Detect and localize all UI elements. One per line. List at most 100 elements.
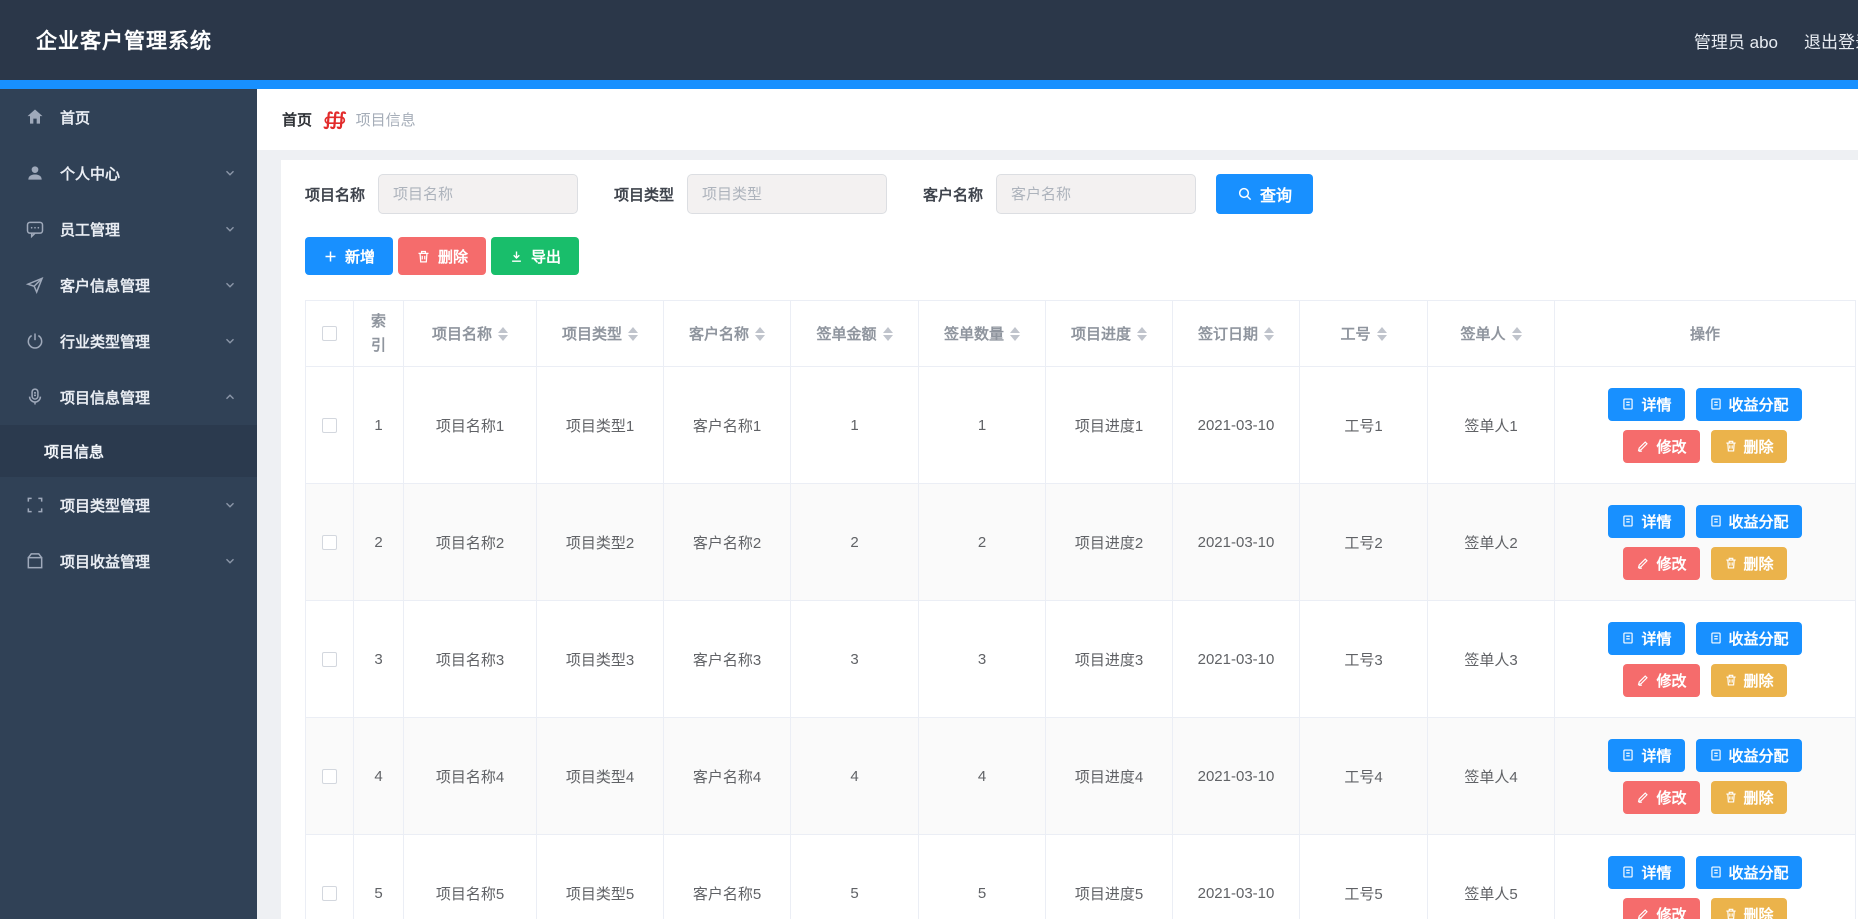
app-title: 企业客户管理系统 [36, 25, 212, 55]
profit-allocation-button[interactable]: 收益分配 [1696, 739, 1802, 772]
cell-type: 项目类型3 [537, 601, 664, 718]
col-header-progress[interactable]: 项目进度 [1046, 301, 1173, 367]
export-button[interactable]: 导出 [491, 237, 579, 275]
cell-worker: 工号1 [1300, 367, 1428, 484]
cell-customer: 客户名称1 [664, 367, 791, 484]
sort-icon [498, 327, 508, 341]
document-icon [1709, 397, 1723, 411]
pencil-icon [1636, 439, 1650, 453]
trash-icon [416, 249, 431, 264]
profit-allocation-button[interactable]: 收益分配 [1696, 388, 1802, 421]
breadcrumb-home[interactable]: 首页 [282, 109, 312, 130]
sort-icon [1137, 327, 1147, 341]
row-checkbox[interactable] [322, 769, 337, 784]
sidebar-item-profile[interactable]: 个人中心 [0, 145, 257, 201]
sidebar-subitem-project-info[interactable]: 项目信息 [0, 425, 257, 477]
trash-icon [1724, 790, 1738, 804]
cell-name: 项目名称3 [404, 601, 537, 718]
cell-worker: 工号2 [1300, 484, 1428, 601]
top-navbar: 企业客户管理系统 管理员 abo 退出登录 [0, 0, 1858, 80]
profit-allocation-button[interactable]: 收益分配 [1696, 622, 1802, 655]
row-delete-button[interactable]: 删除 [1711, 898, 1787, 919]
col-header-name[interactable]: 项目名称 [404, 301, 537, 367]
cell-type: 项目类型2 [537, 484, 664, 601]
profit-allocation-button[interactable]: 收益分配 [1696, 505, 1802, 538]
row-checkbox[interactable] [322, 652, 337, 667]
edit-button[interactable]: 修改 [1623, 547, 1699, 580]
sidebar-item-project-profit[interactable]: 项目收益管理 [0, 533, 257, 589]
col-header-index: 索引 [354, 301, 404, 367]
projects-table: 索引 项目名称 项目类型 客户名称 签单金额 签单数量 项目进度 签订日期 工号… [305, 300, 1856, 919]
detail-button[interactable]: 详情 [1608, 739, 1684, 772]
project-type-input[interactable] [687, 174, 887, 214]
cell-signer: 签单人5 [1428, 835, 1555, 919]
box-icon [25, 551, 45, 571]
edit-button[interactable]: 修改 [1623, 898, 1699, 919]
col-header-amount[interactable]: 签单金额 [791, 301, 919, 367]
detail-button[interactable]: 详情 [1608, 505, 1684, 538]
delete-button[interactable]: 删除 [398, 237, 486, 275]
cell-index: 2 [354, 484, 404, 601]
cell-count: 5 [919, 835, 1046, 919]
chevron-up-icon [223, 390, 237, 404]
sidebar-item-label: 项目类型管理 [60, 495, 150, 516]
edit-button[interactable]: 修改 [1623, 781, 1699, 814]
table-row: 4 项目名称4 项目类型4 客户名称4 4 4 项目进度4 2021-03-10… [306, 718, 1856, 835]
profit-allocation-button[interactable]: 收益分配 [1696, 856, 1802, 889]
select-all-cell [306, 301, 354, 367]
detail-button[interactable]: 详情 [1608, 856, 1684, 889]
cell-progress: 项目进度1 [1046, 367, 1173, 484]
document-icon [1709, 631, 1723, 645]
document-icon [1709, 865, 1723, 879]
sidebar-item-customers[interactable]: 客户信息管理 [0, 257, 257, 313]
sidebar-item-employees[interactable]: 员工管理 [0, 201, 257, 257]
sort-icon [628, 327, 638, 341]
current-user[interactable]: 管理员 abo [1694, 28, 1778, 53]
col-header-signer[interactable]: 签单人 [1428, 301, 1555, 367]
cell-ops: 详情 收益分配 修改 [1555, 835, 1856, 919]
col-header-type[interactable]: 项目类型 [537, 301, 664, 367]
sidebar-item-label: 项目收益管理 [60, 551, 150, 572]
download-icon [509, 249, 524, 264]
customer-name-input[interactable] [996, 174, 1196, 214]
add-button[interactable]: 新增 [305, 237, 393, 275]
detail-button[interactable]: 详情 [1608, 622, 1684, 655]
row-checkbox[interactable] [322, 418, 337, 433]
cell-ops: 详情 收益分配 修改 [1555, 367, 1856, 484]
trash-icon [1724, 907, 1738, 919]
table-row: 3 项目名称3 项目类型3 客户名称3 3 3 项目进度3 2021-03-10… [306, 601, 1856, 718]
chevron-down-icon [223, 334, 237, 348]
row-checkbox[interactable] [322, 886, 337, 901]
col-header-date[interactable]: 签订日期 [1173, 301, 1300, 367]
sidebar-item-project-info-mgmt[interactable]: 项目信息管理 [0, 369, 257, 425]
sidebar: 首页 个人中心 员工管理 客户信息管理 [0, 89, 257, 919]
cell-index: 4 [354, 718, 404, 835]
sidebar-item-project-types[interactable]: 项目类型管理 [0, 477, 257, 533]
select-all-checkbox[interactable] [322, 326, 337, 341]
cell-signer: 签单人2 [1428, 484, 1555, 601]
detail-button[interactable]: 详情 [1608, 388, 1684, 421]
project-type-label: 项目类型 [614, 184, 674, 205]
col-header-count[interactable]: 签单数量 [919, 301, 1046, 367]
project-name-input[interactable] [378, 174, 578, 214]
row-checkbox[interactable] [322, 535, 337, 550]
query-button[interactable]: 查询 [1216, 174, 1313, 214]
logout-link[interactable]: 退出登录 [1804, 28, 1858, 53]
sidebar-item-industry-types[interactable]: 行业类型管理 [0, 313, 257, 369]
row-delete-button[interactable]: 删除 [1711, 664, 1787, 697]
edit-button[interactable]: 修改 [1623, 664, 1699, 697]
search-icon [1237, 186, 1253, 202]
edit-button[interactable]: 修改 [1623, 430, 1699, 463]
col-header-worker[interactable]: 工号 [1300, 301, 1428, 367]
col-header-customer[interactable]: 客户名称 [664, 301, 791, 367]
row-delete-button[interactable]: 删除 [1711, 781, 1787, 814]
row-delete-button[interactable]: 删除 [1711, 430, 1787, 463]
row-delete-button[interactable]: 删除 [1711, 547, 1787, 580]
sidebar-item-home[interactable]: 首页 [0, 89, 257, 145]
chat-icon [25, 219, 45, 239]
sidebar-item-label: 个人中心 [60, 163, 120, 184]
trash-icon [1724, 556, 1738, 570]
cell-date: 2021-03-10 [1173, 718, 1300, 835]
cell-index: 1 [354, 367, 404, 484]
home-icon [25, 107, 45, 127]
